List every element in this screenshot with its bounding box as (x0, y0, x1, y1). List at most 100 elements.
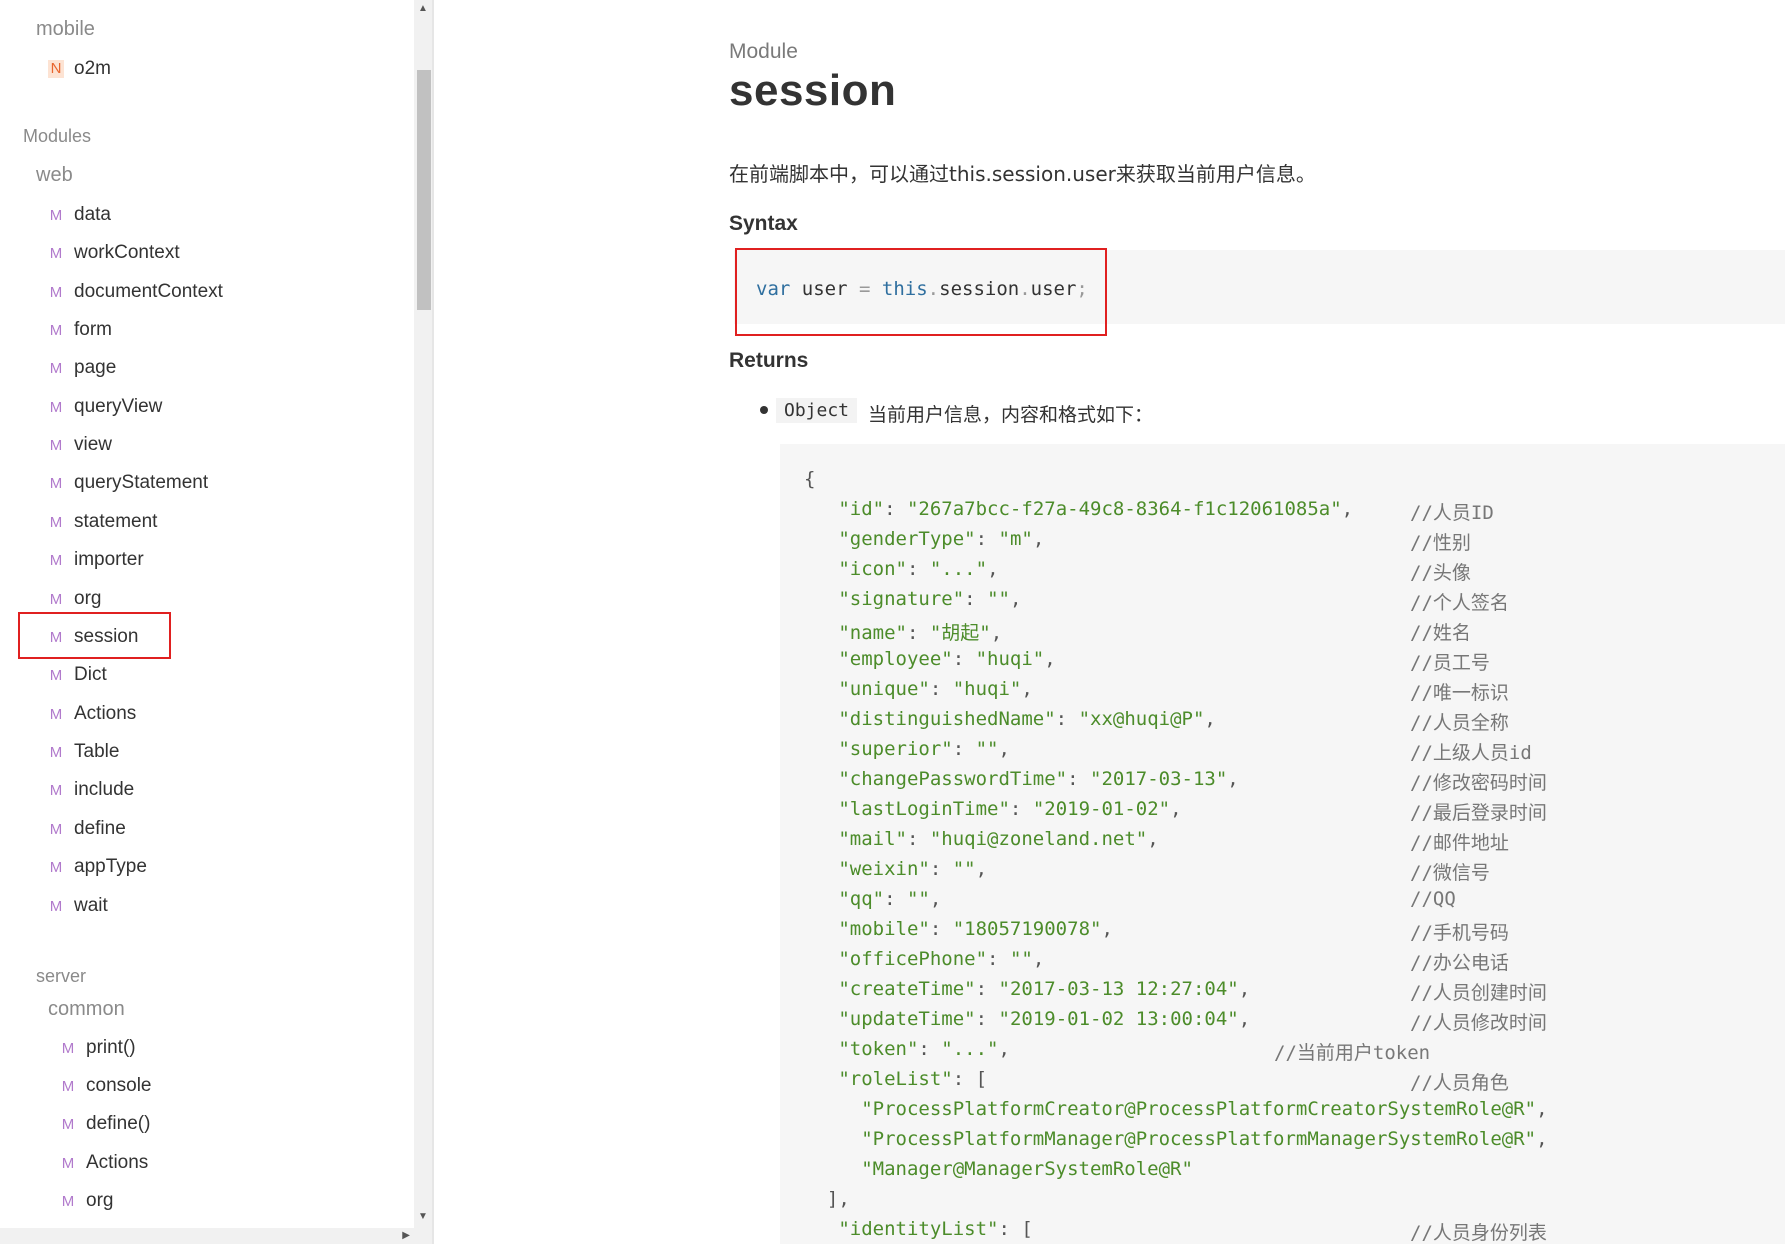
sidebar-item-queryview[interactable]: MqueryView (48, 392, 163, 422)
json-line: "ProcessPlatformManager@ProcessPlatformM… (861, 1128, 1548, 1150)
sidebar-item-label: queryView (74, 396, 163, 417)
sidebar-item-actions[interactable]: M Actions (48, 699, 137, 729)
sidebar-item-wait[interactable]: Mwait (48, 891, 108, 921)
module-badge-icon: M (49, 321, 63, 339)
group-heading-common: common (48, 998, 125, 1020)
main-content: Module session 在前端脚本中，可以通过this.session.u… (434, 0, 1785, 1244)
json-comment: //姓名 (1410, 622, 1471, 644)
sidebar-item-statement[interactable]: Mstatement (48, 507, 158, 537)
json-line: "roleList": [ (838, 1068, 988, 1090)
json-comment: //人员身份列表 (1410, 1222, 1547, 1244)
json-line: "officePhone": "", (838, 948, 1045, 970)
module-badge-icon: M (49, 398, 63, 416)
sidebar-horizontal-scrollbar[interactable]: ▶ (0, 1228, 414, 1244)
sidebar-item-page[interactable]: Mpage (48, 353, 117, 383)
sidebar-item-label: Actions (74, 703, 137, 724)
sidebar-item-label: print() (86, 1037, 136, 1058)
module-badge-icon: M (49, 705, 63, 723)
sidebar-item-workcontext[interactable]: MworkContext (48, 238, 180, 268)
module-badge-icon: M (49, 436, 63, 454)
sidebar-item-print[interactable]: Mprint() (60, 1033, 136, 1063)
module-badge-icon: M (49, 551, 63, 569)
sidebar-item-org[interactable]: Morg (48, 584, 102, 614)
sidebar-item-label: Dict (74, 664, 107, 685)
json-comment: //人员角色 (1410, 1072, 1509, 1094)
selected-item-highlight (18, 612, 171, 659)
sidebar-item-dict[interactable]: M Dict (48, 660, 107, 690)
module-badge-icon: M (49, 781, 63, 799)
json-line: "mail": "huqi@zoneland.net", (838, 828, 1159, 850)
page-kicker: Module (729, 40, 798, 63)
sidebar-item-define-fn[interactable]: Mdefine() (60, 1109, 151, 1139)
json-comment: //头像 (1410, 562, 1471, 584)
sidebar-item-importer[interactable]: Mimporter (48, 545, 144, 575)
json-comment: //办公电话 (1410, 952, 1509, 974)
module-badge-icon: M (61, 1039, 75, 1057)
sidebar-nav: mobile N o2m Modules web Mdata MworkCont… (0, 0, 414, 1244)
group-heading-modules: Modules (23, 126, 92, 146)
json-comment: //性别 (1410, 532, 1471, 554)
sidebar-item-o2m[interactable]: N o2m (48, 54, 111, 84)
sidebar-item-label: Actions (86, 1152, 149, 1173)
json-line: "Manager@ManagerSystemRole@R" (861, 1158, 1193, 1180)
module-badge-icon: M (49, 858, 63, 876)
json-line: "id": "267a7bcc-f27a-49c8-8364-f1c120610… (838, 498, 1354, 520)
sidebar-item-apptype[interactable]: MappType (48, 852, 147, 882)
json-line: "mobile": "18057190078", (838, 918, 1113, 940)
group-heading-server: server (36, 966, 87, 986)
group-heading-web: web (36, 164, 73, 186)
sidebar-item-org-server[interactable]: Morg (60, 1186, 114, 1216)
json-comment: //邮件地址 (1410, 832, 1509, 854)
sidebar-item-querystatement[interactable]: MqueryStatement (48, 468, 208, 498)
json-line: { (804, 468, 816, 490)
json-line: "icon": "...", (838, 558, 999, 580)
json-comment: //微信号 (1410, 862, 1490, 884)
sidebar-item-label: define() (86, 1113, 151, 1134)
scroll-up-icon[interactable]: ▲ (414, 0, 432, 18)
scrollbar-thumb[interactable] (417, 70, 431, 310)
json-comment: //修改密码时间 (1410, 772, 1547, 794)
sidebar-item-define[interactable]: Mdefine (48, 814, 126, 844)
sidebar-vertical-scrollbar[interactable]: ▲ ▼ (414, 0, 432, 1244)
json-line: "createTime": "2017-03-13 12:27:04", (838, 978, 1251, 1000)
module-badge-icon: M (49, 359, 63, 377)
json-line: "weixin": "", (838, 858, 988, 880)
json-line: "distinguishedName": "xx@huqi@P", (838, 708, 1216, 730)
page-title: session (729, 66, 897, 115)
sidebar-item-label: page (74, 357, 117, 378)
sidebar-item-data[interactable]: Mdata (48, 200, 111, 230)
group-heading-mobile: mobile (36, 18, 95, 40)
sidebar-item-label: form (74, 319, 112, 340)
sidebar-item-table[interactable]: M Table (48, 737, 120, 767)
sidebar-item-include[interactable]: Minclude (48, 775, 134, 805)
json-line: "token": "...", (838, 1038, 1010, 1060)
json-line: "superior": "", (838, 738, 1010, 760)
sidebar-item-label: org (86, 1190, 114, 1211)
json-line: "ProcessPlatformCreator@ProcessPlatformC… (861, 1098, 1548, 1120)
scroll-right-icon[interactable]: ▶ (402, 1228, 410, 1244)
json-line: "updateTime": "2019-01-02 13:00:04", (838, 1008, 1251, 1030)
sidebar-item-label: statement (74, 511, 158, 532)
json-line: "qq": "", (838, 888, 942, 910)
list-bullet (760, 406, 768, 414)
sidebar-item-label: data (74, 204, 111, 225)
json-comment: //员工号 (1410, 652, 1490, 674)
sidebar-item-view[interactable]: Mview (48, 430, 112, 460)
module-badge-icon: M (49, 206, 63, 224)
module-badge-icon: M (49, 820, 63, 838)
module-badge-icon: M (49, 244, 63, 262)
sidebar-item-console[interactable]: Mconsole (60, 1071, 152, 1101)
json-line: "signature": "", (838, 588, 1022, 610)
module-badge-icon: M (61, 1115, 75, 1133)
scroll-down-icon[interactable]: ▼ (414, 1208, 432, 1226)
json-comment: //唯一标识 (1410, 682, 1509, 704)
sidebar-item-label: include (74, 779, 135, 800)
sidebar-item-documentcontext[interactable]: MdocumentContext (48, 277, 223, 307)
module-badge-icon: M (49, 474, 63, 492)
sidebar-item-actions-server[interactable]: M Actions (60, 1148, 149, 1178)
json-comment: //QQ (1410, 888, 1456, 910)
syntax-highlight-box (735, 248, 1107, 336)
module-badge-icon: M (49, 283, 63, 301)
sidebar-item-form[interactable]: Mform (48, 315, 112, 345)
sidebar-item-label: workContext (74, 242, 180, 263)
